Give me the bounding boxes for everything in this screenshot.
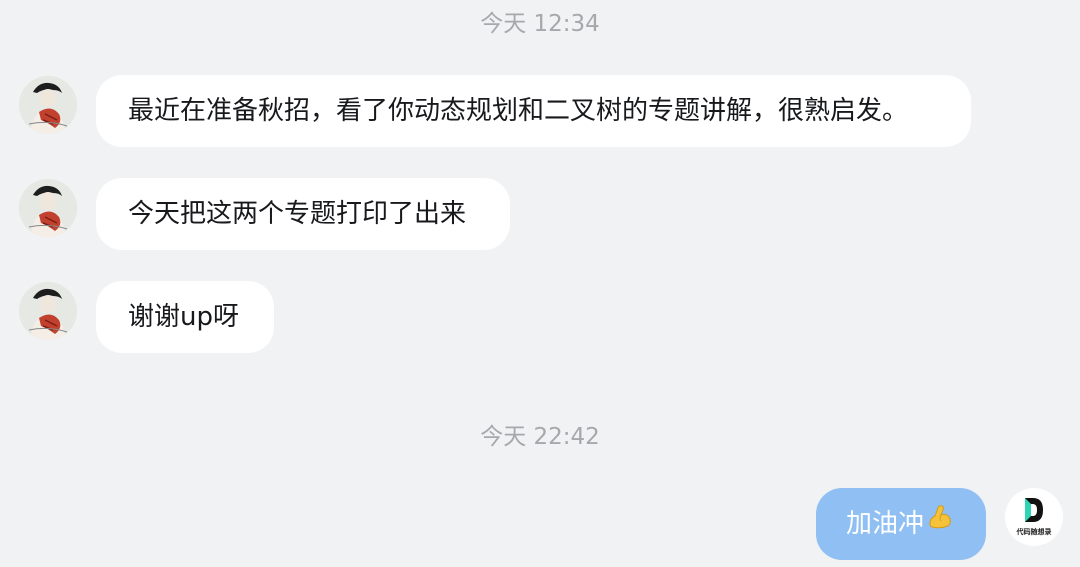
- chat-window: 今天 12:34 最近在准备秋招，看了你动态规划和二叉树的专题讲解，很熟启发。: [0, 0, 1080, 567]
- incoming-message-bubble[interactable]: 最近在准备秋招，看了你动态规划和二叉树的专题讲解，很熟启发。: [96, 75, 971, 147]
- contact-avatar[interactable]: [19, 282, 77, 340]
- outgoing-message-text: 加油冲: [846, 509, 925, 539]
- incoming-message-bubble[interactable]: 谢谢up呀: [96, 281, 274, 353]
- flexed-biceps-icon: [926, 486, 954, 558]
- incoming-message-bubble[interactable]: 今天把这两个专题打印了出来: [96, 178, 510, 250]
- timestamp: 今天 12:34: [480, 11, 600, 37]
- contact-avatar[interactable]: [19, 179, 77, 237]
- contact-avatar[interactable]: [19, 76, 77, 134]
- logo-text: 代码随想录: [1016, 528, 1052, 536]
- timestamp: 今天 22:42: [480, 424, 600, 450]
- outgoing-message-bubble[interactable]: 加油冲: [816, 488, 986, 560]
- my-avatar[interactable]: 代码随想录: [1005, 488, 1063, 546]
- logo-icon: [1005, 496, 1063, 528]
